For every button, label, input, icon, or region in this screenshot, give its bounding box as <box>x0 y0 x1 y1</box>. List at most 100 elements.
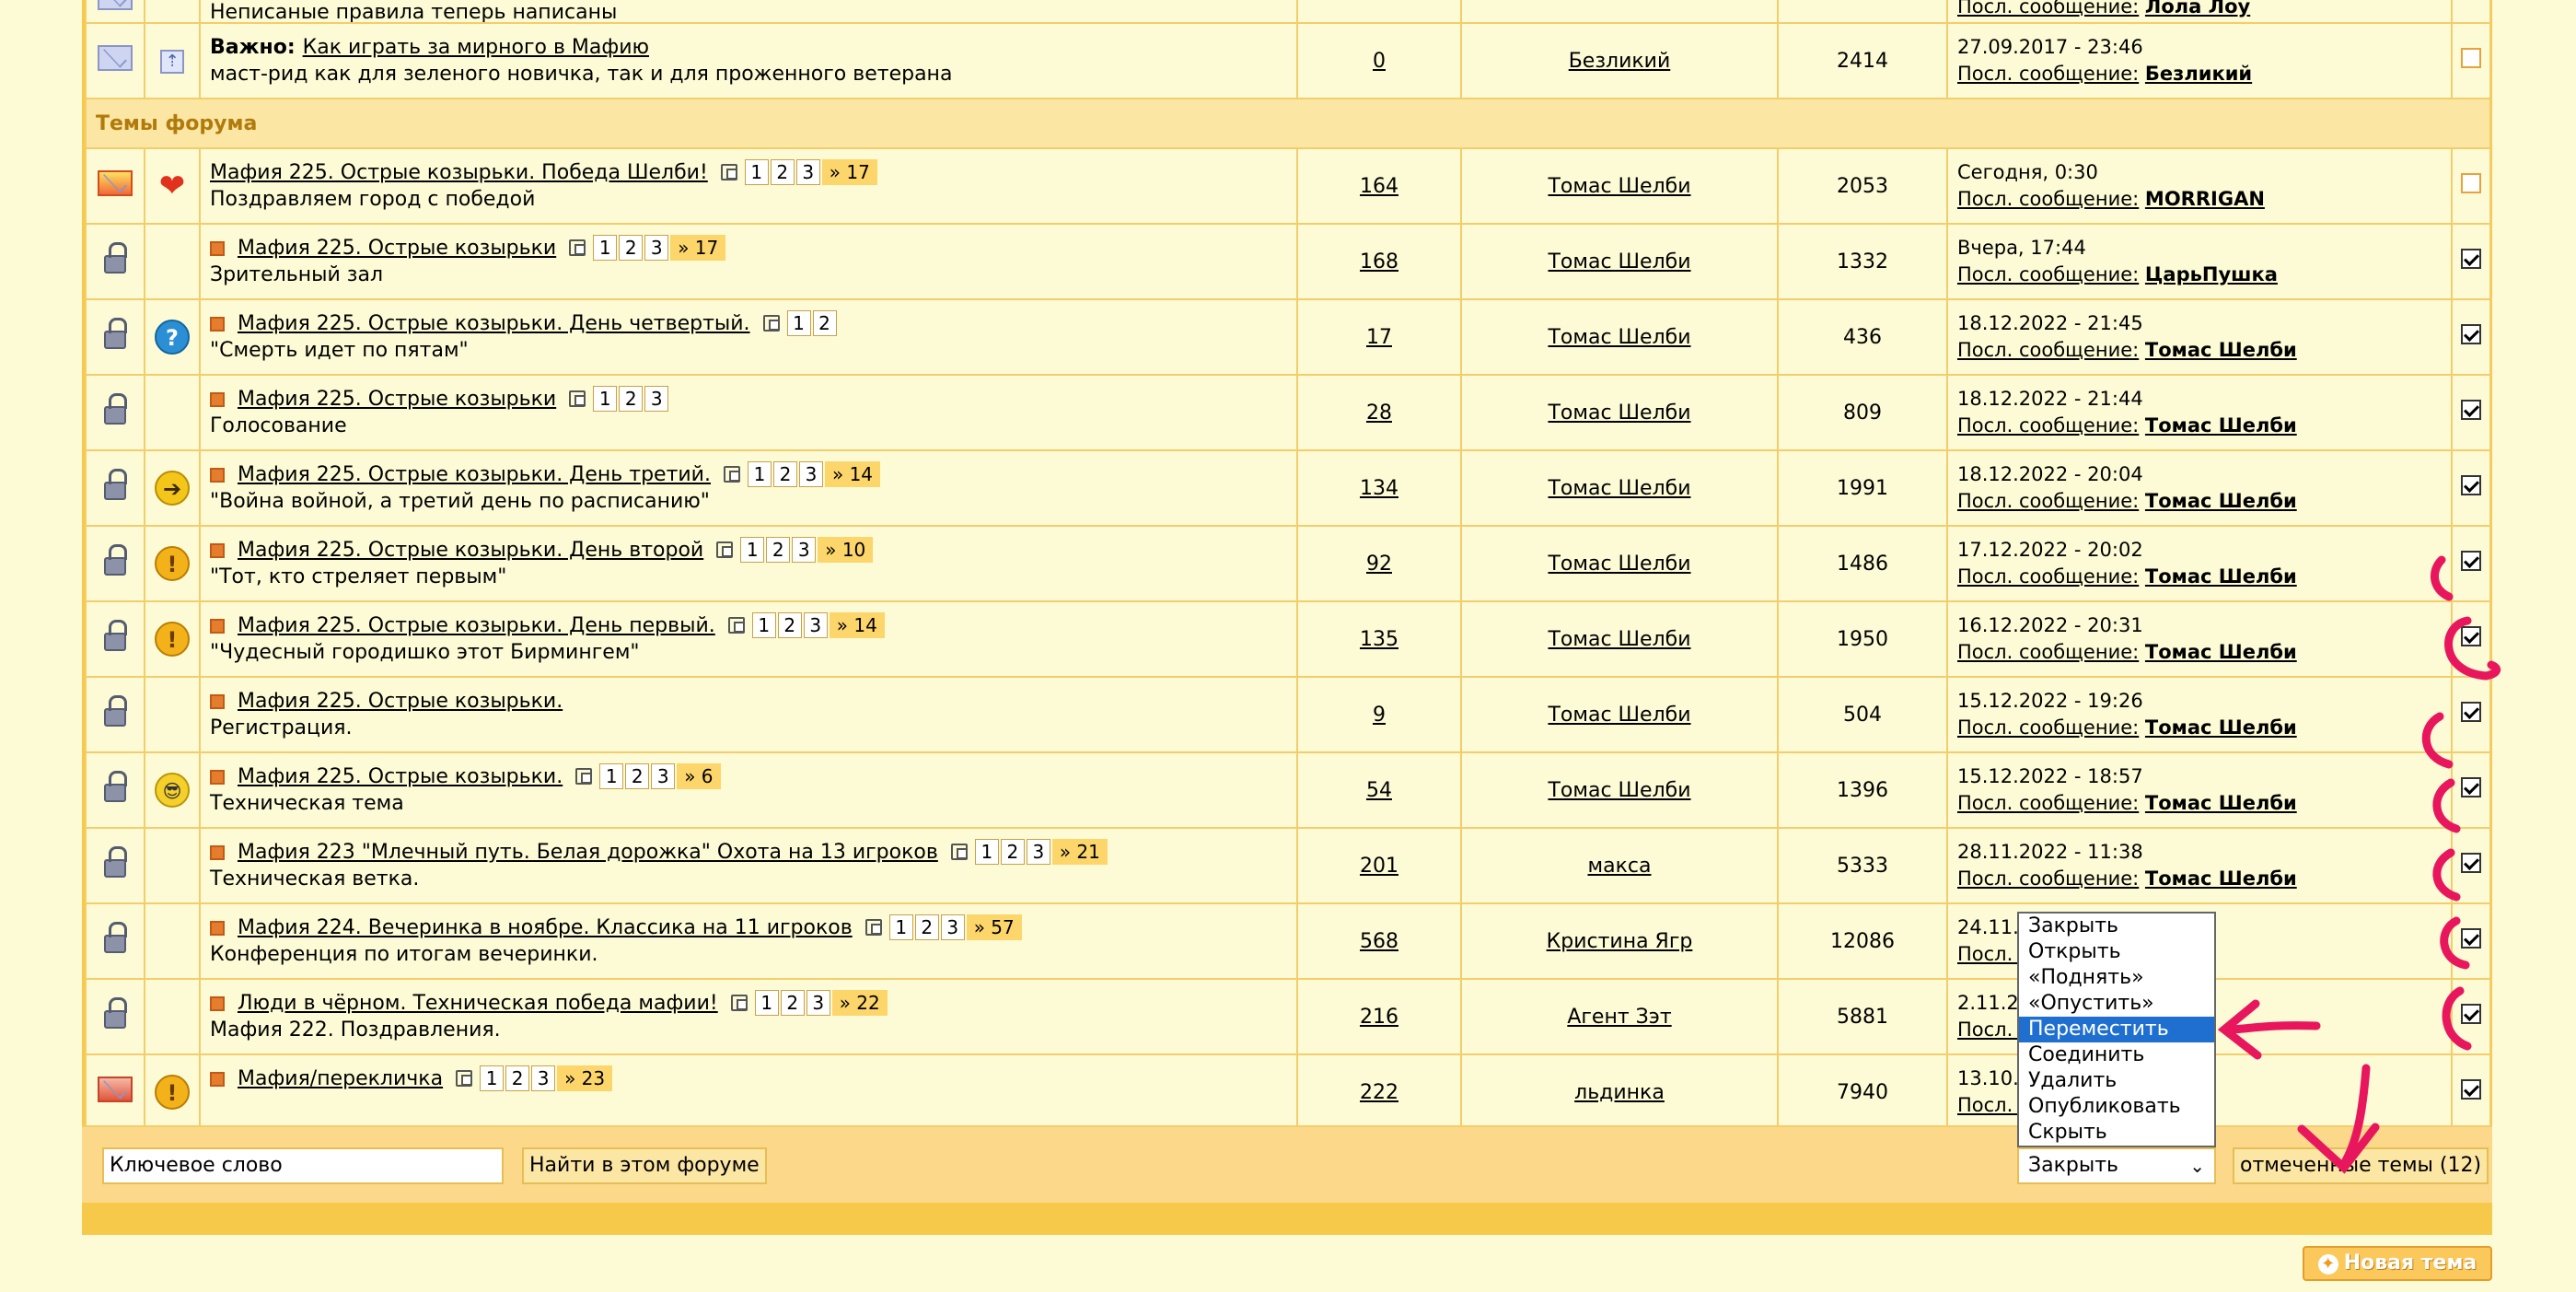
last-page-link[interactable]: » 10 <box>818 537 874 563</box>
replies-count-link[interactable]: 134 <box>1360 477 1398 500</box>
last-post-author-link[interactable]: Томас Шелби <box>2145 339 2297 361</box>
topic-title-link[interactable]: Мафия 225. Острые козырьки. <box>238 690 563 713</box>
page-link[interactable]: 3 <box>795 159 820 185</box>
page-link[interactable]: 1 <box>974 839 999 865</box>
topic-author-link[interactable]: Томас Шелби <box>1548 402 1690 425</box>
replies-count-link[interactable]: 201 <box>1360 855 1398 878</box>
topic-title-link[interactable]: Мафия/перекличка <box>238 1067 443 1090</box>
page-link[interactable]: 3 <box>644 386 669 412</box>
topic-checkbox[interactable] <box>2461 853 2481 873</box>
last-post-author-link[interactable]: ЦарьПушка <box>2145 263 2278 285</box>
page-link[interactable]: 1 <box>888 914 913 940</box>
last-page-link[interactable]: » 17 <box>670 235 726 261</box>
replies-count-link[interactable]: 222 <box>1360 1081 1398 1104</box>
topic-checkbox[interactable] <box>2461 626 2481 646</box>
topic-checkbox[interactable] <box>2461 702 2481 722</box>
last-page-link[interactable]: » 57 <box>966 914 1022 940</box>
page-link[interactable]: 2 <box>505 1065 530 1091</box>
topic-title-link[interactable]: Мафия 225. Острые козырьки. Победа Шелби… <box>210 161 708 184</box>
page-link[interactable]: 2 <box>780 990 805 1016</box>
moderation-action-select[interactable]: Закрыть ⌄ <box>2017 1147 2216 1184</box>
topic-author-link[interactable]: льдинка <box>1574 1081 1665 1104</box>
topic-checkbox[interactable] <box>2461 324 2481 344</box>
page-link[interactable]: 1 <box>740 537 765 563</box>
page-link[interactable]: 2 <box>812 310 837 336</box>
dropdown-option[interactable]: Соединить <box>2019 1042 2214 1068</box>
dropdown-option[interactable]: Закрыть <box>2019 914 2214 939</box>
topic-title-link[interactable]: Мафия 225. Острые козырьки. <box>238 765 563 788</box>
dropdown-option[interactable]: Открыть <box>2019 939 2214 965</box>
dropdown-option[interactable]: «Поднять» <box>2019 965 2214 991</box>
topic-checkbox[interactable] <box>2461 48 2481 68</box>
replies-count-link[interactable]: 28 <box>1366 402 1392 425</box>
new-topic-button[interactable]: ✦ Новая тема <box>2303 1246 2492 1281</box>
page-link[interactable]: 2 <box>619 235 644 261</box>
topic-title-link[interactable]: Как играть за мирного в Мафию <box>303 36 649 59</box>
replies-count-link[interactable]: 568 <box>1360 930 1398 953</box>
topic-author-link[interactable]: Томас Шелби <box>1548 553 1690 576</box>
last-page-link[interactable]: » 17 <box>821 159 877 185</box>
topic-checkbox[interactable] <box>2461 475 2481 495</box>
page-link[interactable]: 3 <box>644 235 669 261</box>
apply-marked-topics-button[interactable]: отмеченные темы (12) <box>2233 1147 2489 1184</box>
page-link[interactable]: 2 <box>772 461 797 487</box>
last-post-author-link[interactable]: Томас Шелби <box>2145 792 2297 814</box>
page-link[interactable]: 3 <box>1026 839 1050 865</box>
page-link[interactable]: 3 <box>792 537 817 563</box>
topic-title-link[interactable]: Мафия 225. Острые козырьки. День четверт… <box>238 312 750 335</box>
dropdown-option[interactable]: Скрыть <box>2019 1120 2214 1146</box>
page-link[interactable]: 3 <box>531 1065 556 1091</box>
topic-checkbox[interactable] <box>2461 1079 2481 1100</box>
topic-checkbox[interactable] <box>2461 551 2481 571</box>
replies-count-link[interactable]: 54 <box>1366 779 1392 802</box>
topic-author-link[interactable]: Томас Шелби <box>1548 779 1690 802</box>
page-link[interactable]: 1 <box>786 310 811 336</box>
replies-count-link[interactable]: 135 <box>1360 628 1398 651</box>
topic-title-link[interactable]: Мафия 223 "Млечный путь. Белая дорожка" … <box>238 841 938 864</box>
replies-count-link[interactable]: 164 <box>1360 175 1398 198</box>
page-link[interactable]: 1 <box>599 763 624 789</box>
page-link[interactable]: 3 <box>651 763 676 789</box>
replies-count-link[interactable]: 9 <box>1373 704 1386 727</box>
last-post-author-link[interactable]: Томас Шелби <box>2145 490 2297 512</box>
topic-title-link[interactable]: Мафия 225. Острые козырьки <box>238 388 556 411</box>
last-page-link[interactable]: » 6 <box>677 763 721 789</box>
last-page-link[interactable]: » 22 <box>831 990 888 1016</box>
last-page-link[interactable]: » 21 <box>1051 839 1108 865</box>
topic-title-link[interactable]: Мафия 224. Вечеринка в ноябре. Классика … <box>238 916 853 939</box>
topic-title-link[interactable]: Мафия 225. Острые козырьки. День второй <box>238 539 703 562</box>
page-link[interactable]: 1 <box>754 990 779 1016</box>
page-link[interactable]: 3 <box>940 914 965 940</box>
topic-author-link[interactable]: Кристина Ягр <box>1547 930 1693 953</box>
topic-checkbox[interactable] <box>2461 173 2481 193</box>
topic-author-link[interactable]: Томас Шелби <box>1548 250 1690 274</box>
topic-checkbox[interactable] <box>2461 249 2481 269</box>
page-link[interactable]: 3 <box>806 990 830 1016</box>
page-link[interactable]: 2 <box>914 914 939 940</box>
last-post-author-link[interactable]: Лола Лоу <box>2145 0 2250 17</box>
page-link[interactable]: 1 <box>593 235 618 261</box>
page-link[interactable]: 1 <box>744 159 769 185</box>
page-link[interactable]: 2 <box>619 386 644 412</box>
topic-checkbox[interactable] <box>2461 777 2481 797</box>
topic-author-link[interactable]: Томас Шелби <box>1548 326 1690 349</box>
topic-author-link[interactable]: Томас Шелби <box>1548 628 1690 651</box>
last-post-author-link[interactable]: MORRIGAN <box>2145 188 2265 210</box>
replies-count-link[interactable]: 92 <box>1366 553 1392 576</box>
last-post-author-link[interactable]: Томас Шелби <box>2145 641 2297 663</box>
page-link[interactable]: 3 <box>803 612 828 638</box>
topic-author-link[interactable]: Безликий <box>1569 50 1671 73</box>
replies-count-link[interactable]: 17 <box>1366 326 1392 349</box>
page-link[interactable]: 2 <box>625 763 650 789</box>
topic-author-link[interactable]: Томас Шелби <box>1548 477 1690 500</box>
dropdown-option[interactable]: Переместить <box>2019 1017 2214 1042</box>
page-link[interactable]: 1 <box>747 461 772 487</box>
topic-author-link[interactable]: Агент Зэт <box>1567 1006 1671 1029</box>
last-post-author-link[interactable]: Безликий <box>2145 63 2252 85</box>
topic-title-link[interactable]: Мафия 225. Острые козырьки. День третий. <box>238 463 711 486</box>
topic-checkbox[interactable] <box>2461 1004 2481 1024</box>
topic-author-link[interactable]: макса <box>1588 855 1652 878</box>
topic-title-link[interactable]: Люди в чёрном. Техническая победа мафии! <box>238 992 718 1015</box>
page-link[interactable]: 1 <box>593 386 618 412</box>
dropdown-option[interactable]: «Опустить» <box>2019 991 2214 1017</box>
